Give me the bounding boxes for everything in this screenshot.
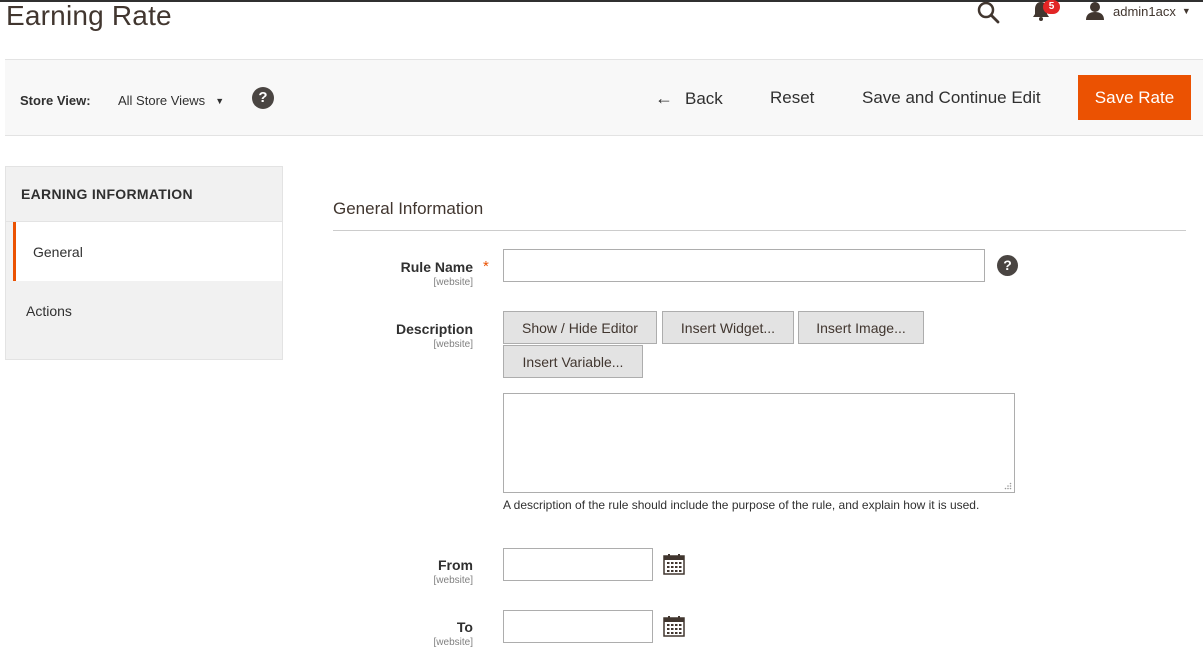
save-and-continue-button[interactable]: Save and Continue Edit xyxy=(862,88,1041,108)
arrow-left-icon: ← xyxy=(655,88,673,108)
resize-grip-icon[interactable] xyxy=(1004,482,1012,490)
user-icon xyxy=(1086,2,1104,20)
rule-name-label: Rule Name xyxy=(400,259,473,275)
store-view-label: Store View: xyxy=(20,93,91,108)
from-scope: [website] xyxy=(433,575,473,586)
insert-image-button[interactable]: Insert Image... xyxy=(798,311,924,344)
description-label: Description xyxy=(395,321,473,337)
caret-down-icon: ▼ xyxy=(215,95,225,106)
tab-general[interactable]: General xyxy=(13,222,282,281)
section-divider xyxy=(333,230,1186,231)
insert-widget-button[interactable]: Insert Widget... xyxy=(662,311,794,344)
top-border xyxy=(0,0,1203,2)
from-date-input[interactable] xyxy=(503,548,653,581)
description-note: A description of the rule should include… xyxy=(503,498,980,512)
from-label: From xyxy=(438,557,473,573)
save-rate-button[interactable]: Save Rate xyxy=(1078,75,1191,120)
calendar-icon[interactable] xyxy=(663,615,685,637)
side-navigation: EARNING INFORMATION General Actions xyxy=(5,166,283,360)
section-title: General Information xyxy=(333,199,484,218)
username: admin1acx xyxy=(1113,3,1176,19)
required-asterisk: * xyxy=(483,258,489,275)
show-hide-editor-button[interactable]: Show / Hide Editor xyxy=(503,311,657,344)
chevron-down-icon: ▼ xyxy=(1181,6,1191,16)
reset-button[interactable]: Reset xyxy=(770,88,814,108)
to-date-input[interactable] xyxy=(503,610,653,643)
store-view-switcher[interactable]: All Store Views ▼ xyxy=(118,93,224,108)
description-textarea[interactable] xyxy=(503,393,1015,493)
search-icon[interactable] xyxy=(976,0,1000,24)
side-nav-title: EARNING INFORMATION xyxy=(6,167,282,222)
user-account-menu[interactable]: admin1acx ▼ xyxy=(1085,0,1191,22)
tab-actions[interactable]: Actions xyxy=(6,281,282,340)
calendar-icon[interactable] xyxy=(663,553,685,575)
rule-name-scope: [website] xyxy=(433,277,473,288)
page-actions-toolbar: Store View: All Store Views ▼ ? ← Back R… xyxy=(5,59,1203,136)
store-view-value: All Store Views xyxy=(118,93,206,108)
to-scope: [website] xyxy=(433,637,473,648)
notification-count-badge[interactable]: 5 xyxy=(1043,0,1060,14)
rule-name-input[interactable] xyxy=(503,249,985,282)
page-title: Earning Rate xyxy=(6,0,172,31)
to-label: To xyxy=(456,619,473,635)
store-view-help-icon[interactable]: ? xyxy=(252,87,274,109)
insert-variable-button[interactable]: Insert Variable... xyxy=(503,345,643,378)
back-button[interactable]: ← Back xyxy=(655,88,723,109)
rule-name-help-icon[interactable]: ? xyxy=(997,255,1018,276)
description-scope: [website] xyxy=(433,339,473,350)
back-button-label: Back xyxy=(685,88,723,108)
